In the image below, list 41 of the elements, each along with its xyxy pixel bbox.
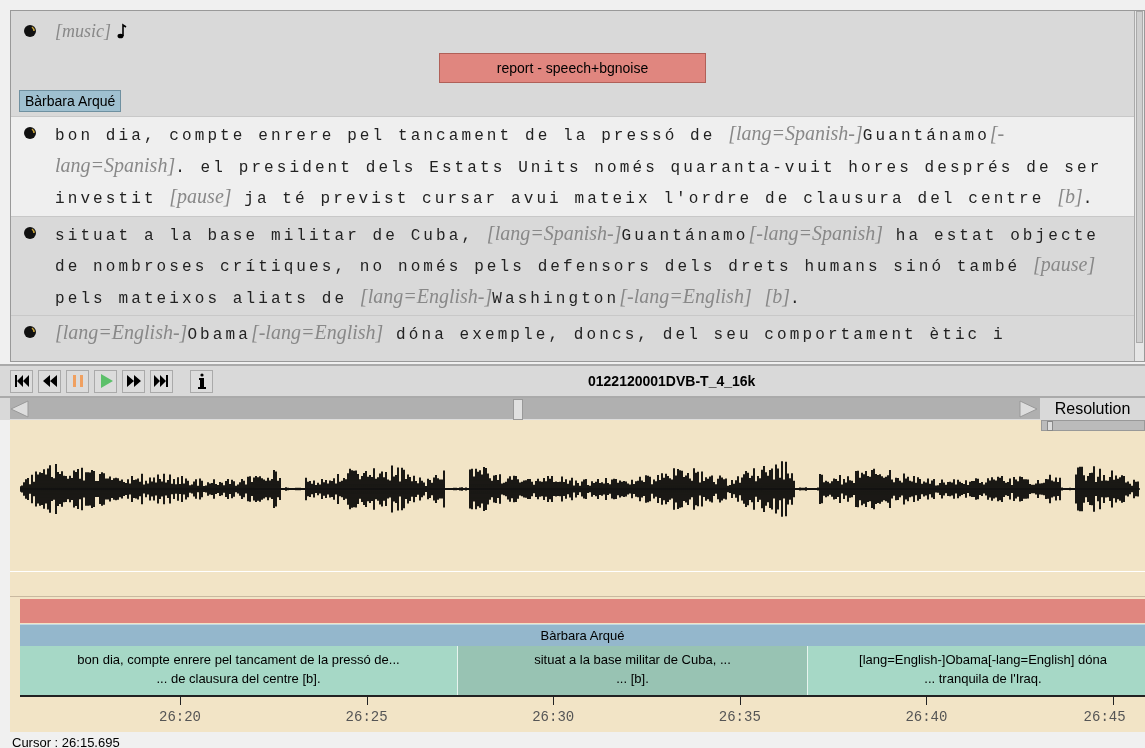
timeline-segment[interactable]: [lang=English-]Obama[-lang=English] dóna ... tranquila de l'Iraq. <box>808 646 1145 695</box>
rewind-button[interactable] <box>38 369 61 393</box>
right-arrow-icon[interactable] <box>1018 400 1038 418</box>
segment-text: [lang=English-]Obama[-lang=English] dóna exemple, doncs, del seu comportament ètic i <box>55 320 1007 346</box>
left-arrow-icon[interactable] <box>10 400 30 418</box>
info-button[interactable] <box>190 369 213 393</box>
tick-label: 26:40 <box>905 709 948 725</box>
bullet-icon <box>23 325 37 339</box>
speaker-label[interactable]: Bàrbara Arqué <box>19 90 122 112</box>
timeline-segment[interactable]: situat a la base militar de Cuba, ... ... [b]. <box>458 646 808 695</box>
music-note-icon <box>117 23 127 39</box>
tick-label: 26:20 <box>159 709 201 725</box>
skip-end-icon <box>152 372 171 390</box>
skip-end-button[interactable] <box>150 369 173 393</box>
segment-text: bon dia, compte enrere pel tancament de la pressó de [lang=Spanish-]Guantánamo[-lang=Spanish]. el president dels Estats Units només quaranta-vuit hores després de ser investit [pause] ja té previst cursar avui mateix l'ordre de clausura del centre [b]. <box>55 121 1104 210</box>
tick-label: 26:25 <box>345 709 388 725</box>
speaker-bar[interactable]: Bàrbara Arqué <box>20 624 1145 646</box>
file-name: 0122120001DVB-T_4_16k <box>588 373 756 389</box>
event-tag: [music] <box>55 20 111 42</box>
bullet-icon <box>23 24 37 38</box>
timeline-segment[interactable]: bon dia, compte enrere pel tancament de la pressó de... ... de clausura del centre [b]. <box>20 646 458 695</box>
segment-text: situat a la base militar de Cuba, [lang=Spanish-]Guantánamo[-lang=Spanish] ha estat objecte de nombroses crítiques, no només pels defensors dels drets humans sinó també [pause] pels mateixos aliats de [lang=English-]Washington[-lang=English] [b]. <box>55 220 1101 310</box>
section-label[interactable]: report - speech+bgnoise <box>439 53 706 83</box>
bullet-icon <box>23 225 37 240</box>
fast-forward-icon <box>124 372 143 390</box>
tick-label: 26:35 <box>718 709 761 725</box>
resolution-label: Resolution <box>1053 399 1132 419</box>
vertical-scrollbar[interactable] <box>1134 11 1144 361</box>
pause-button[interactable] <box>66 369 89 393</box>
bullet-icon <box>23 126 37 140</box>
tick-label: 26:45 <box>1083 709 1126 725</box>
time-scrollbar[interactable] <box>10 398 1040 420</box>
skip-start-button[interactable] <box>10 369 33 393</box>
fast-forward-button[interactable] <box>122 369 145 393</box>
tick-label: 26:30 <box>532 709 575 725</box>
play-button[interactable] <box>94 369 117 393</box>
cursor-time: Cursor : 26:15.695 <box>11 734 121 748</box>
transcript-segment[interactable] <box>11 116 1134 216</box>
skip-start-icon <box>12 372 31 390</box>
scrollbar-thumb[interactable] <box>513 399 523 420</box>
slider-thumb[interactable] <box>1046 421 1053 431</box>
